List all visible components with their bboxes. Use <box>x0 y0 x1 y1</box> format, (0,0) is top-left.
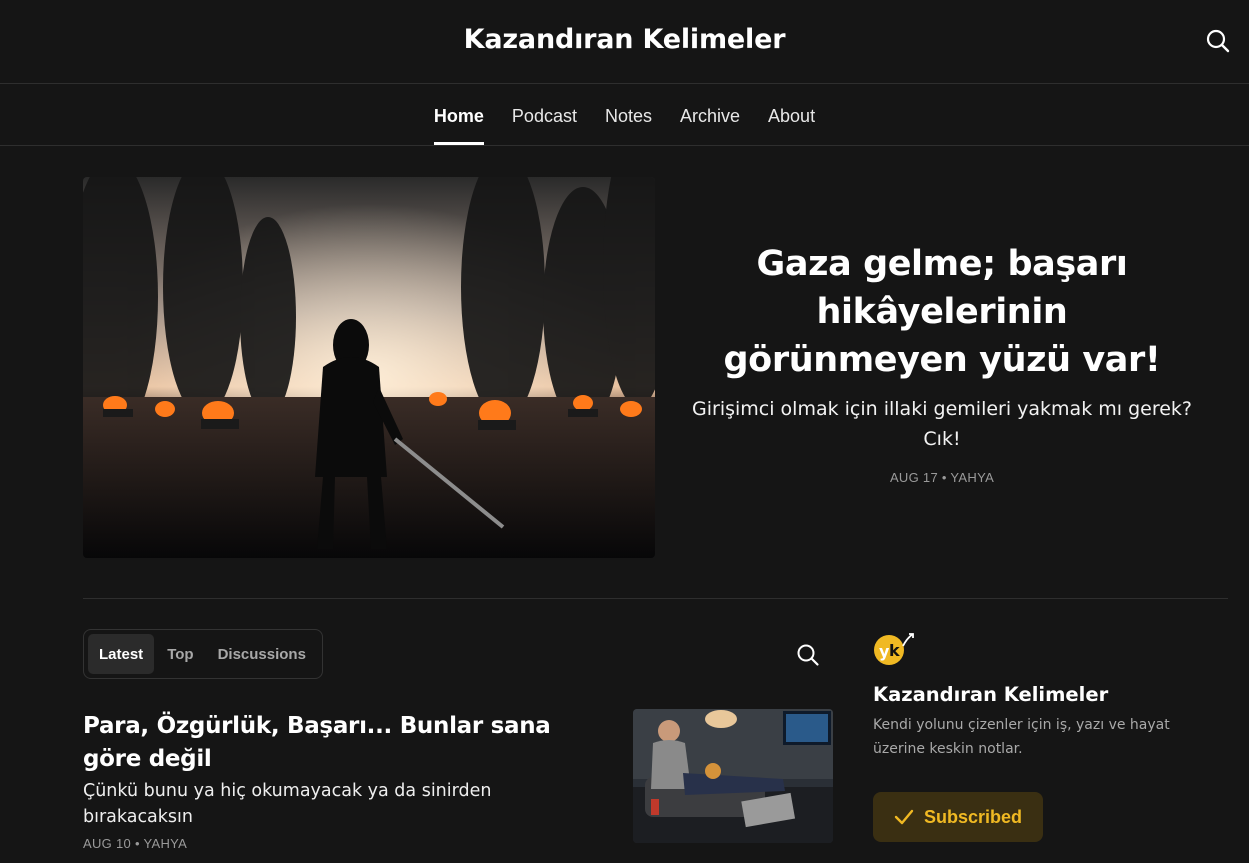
hero-meta: AUG 17 • YAHYA <box>889 470 995 485</box>
publication-logo: y k <box>873 632 915 668</box>
nav-item-archive[interactable]: Archive <box>680 85 740 145</box>
check-icon <box>894 807 914 827</box>
sidebar-title[interactable]: Kazandıran Kelimeler <box>873 683 1108 706</box>
tab-top[interactable]: Top <box>156 634 204 674</box>
svg-text:k: k <box>889 641 900 660</box>
nav-item-notes[interactable]: Notes <box>605 85 652 145</box>
subscribed-label: Subscribed <box>923 806 1023 827</box>
site-header: Kazandıran Kelimeler <box>0 0 1249 84</box>
hero-text: Gaza gelme; başarı hikâyelerinin görünme… <box>690 240 1194 485</box>
nav-item-home[interactable]: Home <box>433 85 484 145</box>
nav-item-about[interactable]: About <box>768 85 815 145</box>
hero-title[interactable]: Gaza gelme; başarı hikâyelerinin görünme… <box>690 240 1194 384</box>
post-subtitle: Çünkü bunu ya hiç okumayacak ya da sinir… <box>83 781 492 827</box>
site-title[interactable]: Kazandıran Kelimeler <box>0 24 1249 55</box>
post-meta: AUG 10 • YAHYA <box>83 836 188 851</box>
hero-image[interactable] <box>83 177 655 558</box>
section-divider <box>83 598 1228 599</box>
post-title[interactable]: Para, Özgürlük, Başarı... Bunlar sana gö… <box>83 710 583 776</box>
hero-subtitle: Girişimci olmak için illaki gemileri yak… <box>692 398 1192 450</box>
search-icon[interactable] <box>1205 28 1231 54</box>
main-nav: Home Podcast Notes Archive About <box>0 85 1249 146</box>
subscribed-button[interactable]: Subscribed <box>873 792 1043 842</box>
tab-latest[interactable]: Latest <box>88 634 155 674</box>
tab-discussions[interactable]: Discussions <box>207 634 317 674</box>
sidebar-description: Kendi yolunu çizenler için iş, yazı ve h… <box>873 717 1170 757</box>
post-search-icon[interactable] <box>796 643 820 667</box>
post-tabs: Latest Top Discussions <box>83 629 323 679</box>
nav-item-podcast[interactable]: Podcast <box>512 85 577 145</box>
post-thumbnail[interactable] <box>633 709 833 843</box>
list-item: Para, Özgürlük, Başarı... Bunlar sana gö… <box>83 710 583 851</box>
